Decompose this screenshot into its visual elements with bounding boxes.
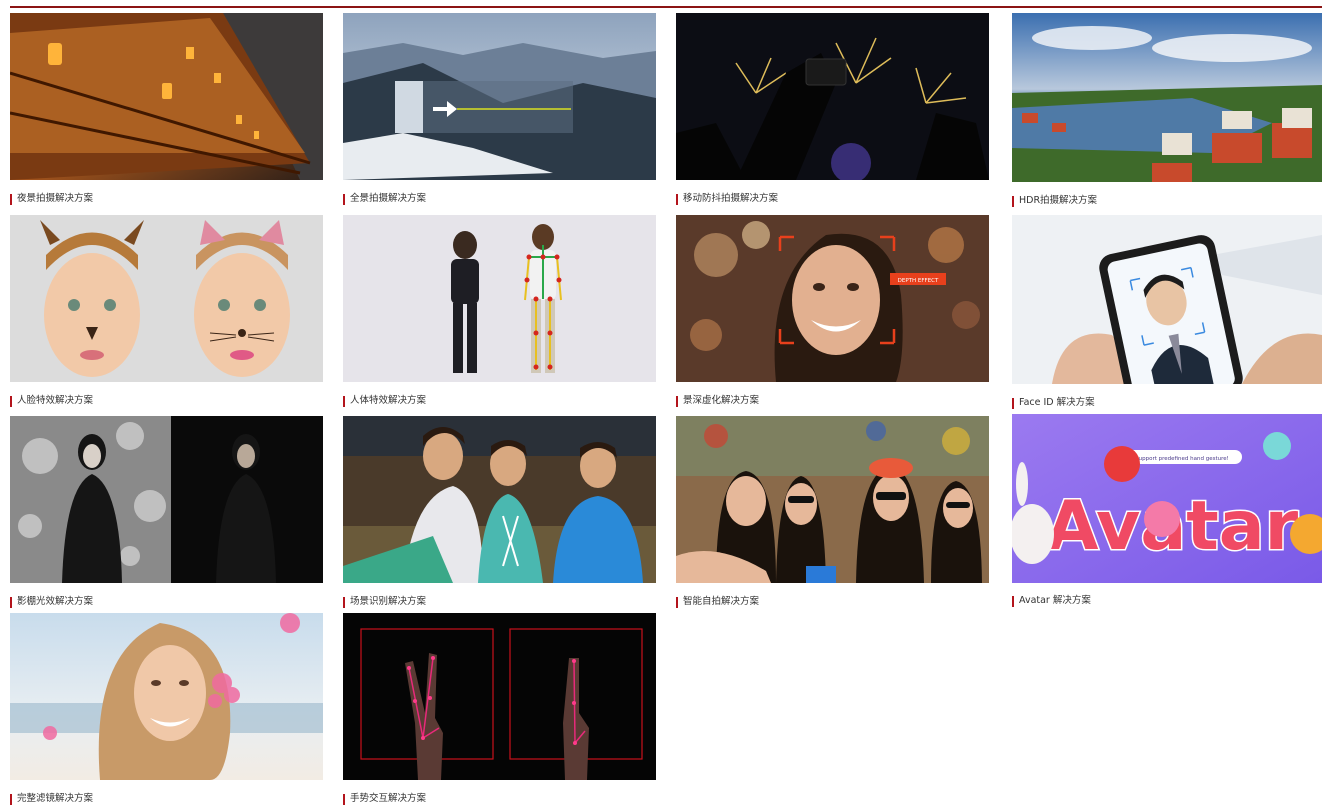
hand-gesture-image [343,613,656,780]
group-selfie-image [676,416,989,583]
caption: 人体特效解决方案 [343,395,426,407]
caption: Face ID 解决方案 [1012,397,1095,409]
solution-card-scene-recognition[interactable]: 场景识别解决方案 [343,416,656,608]
caption-label: 景深虚化解决方案 [683,395,760,406]
face-id-phone-image [1012,215,1322,384]
studio-lighting-image [10,416,323,583]
solution-card-face-effects[interactable]: 人脸特效解决方案 [10,215,323,407]
solution-card-gesture-interaction[interactable]: 手势交互解决方案 [343,613,656,805]
avatar-characters-image: Support predefined hand gesture! Avatar [1012,414,1322,583]
caption: 智能自拍解决方案 [676,596,759,608]
caption-label: 夜景拍摄解决方案 [17,193,94,204]
caption: 景深虚化解决方案 [676,395,759,407]
caption: HDR拍摄解决方案 [1012,195,1097,207]
solution-card-panorama[interactable]: 全景拍摄解决方案 [343,13,656,205]
caption-label: Avatar 解决方案 [1019,595,1091,606]
accent-bar [676,596,678,608]
accent-bar [10,395,12,407]
caption-label: 人体特效解决方案 [350,395,427,406]
solution-card-studio-lighting[interactable]: 影棚光效解决方案 [10,416,323,608]
depth-effect-tag: DEPTH EFFECT [898,278,939,284]
solution-card-avatar[interactable]: Support predefined hand gesture! Avatar … [1012,414,1322,607]
accent-bar [676,395,678,407]
caption-label: 移动防抖拍摄解决方案 [683,193,779,204]
solution-card-night-shot[interactable]: 夜景拍摄解决方案 [10,13,323,205]
caption-label: 智能自拍解决方案 [683,596,760,607]
caption: 夜景拍摄解决方案 [10,193,93,205]
caption-label: Face ID 解决方案 [1019,397,1095,408]
solution-card-smart-selfie[interactable]: 智能自拍解决方案 [676,416,989,608]
caption: 人脸特效解决方案 [10,395,93,407]
caption-label: 场景识别解决方案 [350,596,427,607]
top-divider [10,6,1322,8]
caption: 手势交互解决方案 [343,793,426,805]
solution-card-depth-effect[interactable]: DEPTH EFFECT 景深虚化解决方案 [676,215,989,407]
caption: Avatar 解决方案 [1012,595,1091,607]
caption: 全景拍摄解决方案 [343,193,426,205]
coastal-town-image [1012,13,1322,182]
accent-bar [10,596,12,608]
caption-label: 全景拍摄解决方案 [350,193,427,204]
caption: 移动防抖拍摄解决方案 [676,193,778,205]
accent-bar [1012,397,1014,409]
accent-bar [1012,195,1014,207]
face-effects-image [10,215,323,382]
accent-bar [343,395,345,407]
caption-label: 手势交互解决方案 [350,793,427,804]
snowy-mountain-panorama-image [343,13,656,180]
accent-bar [343,193,345,205]
caption: 场景识别解决方案 [343,596,426,608]
caption-label: 影棚光效解决方案 [17,596,94,607]
solution-card-stabilization[interactable]: 移动防抖拍摄解决方案 [676,13,989,205]
night-architecture-image [10,13,323,180]
portrait-depth-image: DEPTH EFFECT [676,215,989,382]
accent-bar [1012,595,1014,607]
speech-bubble-text: Support predefined hand gesture! [1135,456,1229,462]
caption-label: HDR拍摄解决方案 [1019,195,1098,206]
body-keypoints-image [343,215,656,382]
solution-card-full-filter[interactable]: 完整滤镜解决方案 [10,613,323,805]
caption-label: 完整滤镜解决方案 [17,793,94,804]
solution-card-face-id[interactable]: Face ID 解决方案 [1012,215,1322,409]
accent-bar [676,193,678,205]
solution-card-body-effects[interactable]: 人体特效解决方案 [343,215,656,407]
accent-bar [343,596,345,608]
caption: 影棚光效解决方案 [10,596,93,608]
accent-bar [10,193,12,205]
beach-filter-image [10,613,323,780]
caption-label: 人脸特效解决方案 [17,395,94,406]
solution-card-hdr[interactable]: HDR拍摄解决方案 [1012,13,1322,207]
friends-scene-image [343,416,656,583]
fireworks-recording-image [676,13,989,180]
caption: 完整滤镜解决方案 [10,793,93,805]
